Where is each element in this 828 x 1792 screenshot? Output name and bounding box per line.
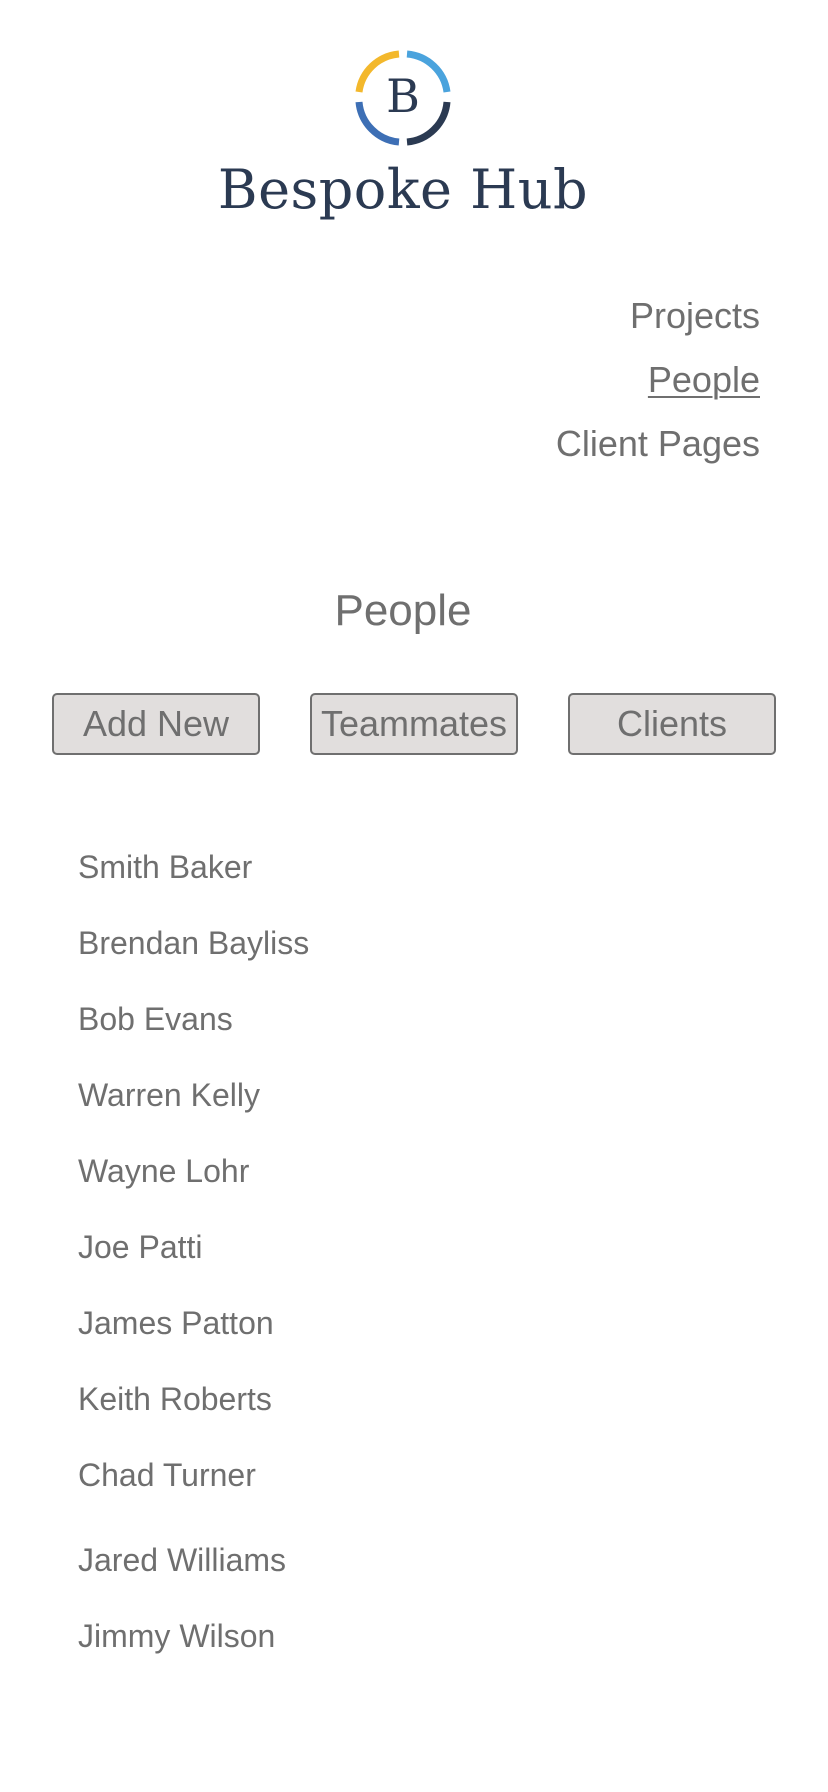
- logo-circle-icon: B: [355, 50, 451, 146]
- person-list-item[interactable]: Warren Kelly: [78, 1075, 260, 1115]
- nav-link-projects[interactable]: Projects: [556, 284, 760, 348]
- clients-filter-button[interactable]: Clients: [568, 693, 776, 755]
- nav-link-client-pages[interactable]: Client Pages: [556, 412, 760, 476]
- add-new-button[interactable]: Add New: [52, 693, 260, 755]
- teammates-filter-button[interactable]: Teammates: [310, 693, 518, 755]
- person-list-item[interactable]: Chad Turner: [78, 1455, 256, 1495]
- person-list-item[interactable]: James Patton: [78, 1303, 274, 1343]
- person-list-item[interactable]: Wayne Lohr: [78, 1151, 249, 1191]
- person-list-item[interactable]: Jimmy Wilson: [78, 1616, 275, 1656]
- person-list-item[interactable]: Jared Williams: [78, 1540, 286, 1580]
- page-title: People: [334, 586, 472, 635]
- person-list-item[interactable]: Brendan Bayliss: [78, 923, 309, 963]
- person-list-item[interactable]: Keith Roberts: [78, 1379, 272, 1419]
- logo-initial: B: [386, 69, 420, 123]
- person-list-item[interactable]: Smith Baker: [78, 847, 252, 887]
- brand-logo[interactable]: B Bespoke Hub: [0, 40, 806, 222]
- person-list-item[interactable]: Bob Evans: [78, 999, 233, 1039]
- nav-link-people[interactable]: People: [556, 348, 760, 412]
- main-nav: Projects People Client Pages: [556, 284, 760, 476]
- brand-name: Bespoke Hub: [217, 158, 589, 221]
- person-list-item[interactable]: Joe Patti: [78, 1227, 203, 1267]
